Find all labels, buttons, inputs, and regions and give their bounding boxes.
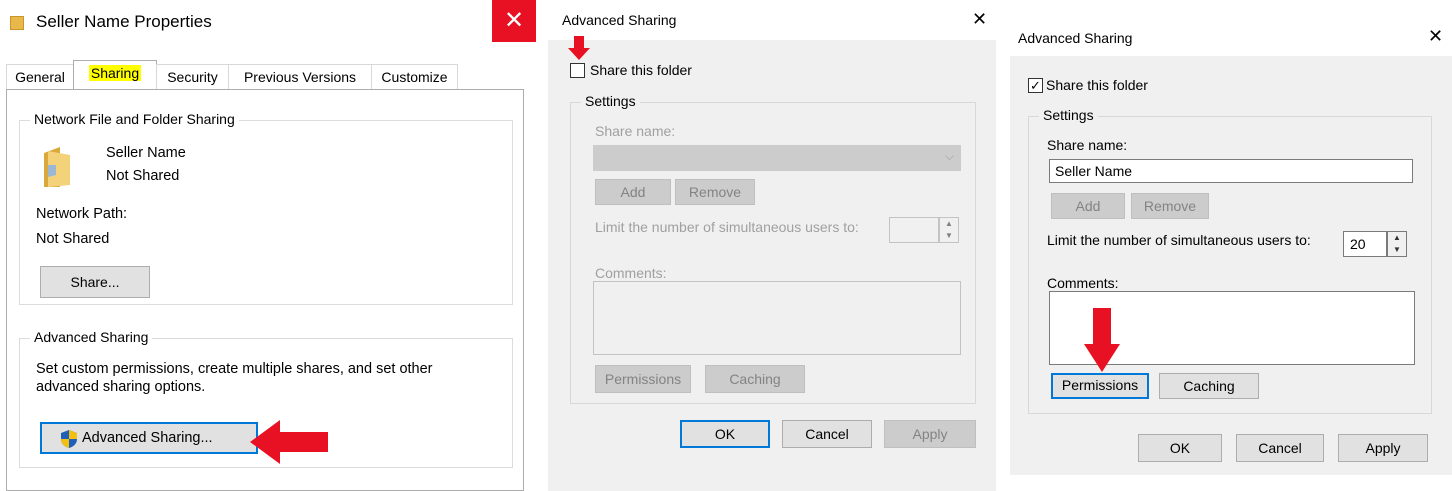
dialog-title: Seller Name Properties (36, 12, 212, 31)
share-name-combobox[interactable]: ⌵ (593, 145, 961, 171)
share-name-label: Share name: (1047, 137, 1128, 153)
advanced-sharing-dialog-unchecked: Advanced Sharing ✕ Share this folder Set… (548, 0, 996, 491)
add-button[interactable]: Add (595, 179, 671, 205)
caching-button[interactable]: Caching (705, 365, 805, 393)
tab-security[interactable]: Security (156, 64, 229, 90)
folder-status: Not Shared (106, 168, 180, 184)
ok-button[interactable]: OK (1138, 434, 1222, 462)
tab-sharing-label: Sharing (88, 65, 142, 81)
uac-shield-icon (61, 430, 77, 448)
settings-group: Settings Share name: ⌵ Add Remove Limit … (570, 93, 976, 404)
red-arrow-left-icon (250, 420, 328, 464)
limit-users-input[interactable]: 20 (1343, 231, 1387, 257)
network-group-label: Network File and Folder Sharing (30, 111, 239, 127)
advanced-sharing-button[interactable]: Advanced Sharing... (40, 422, 258, 454)
remove-button[interactable]: Remove (675, 179, 755, 205)
ok-button[interactable]: OK (680, 420, 770, 448)
close-button[interactable]: ✕ (1428, 26, 1443, 47)
apply-button[interactable]: Apply (1338, 434, 1428, 462)
limit-users-spinner[interactable]: ▲ ▼ (1387, 231, 1407, 257)
close-button[interactable]: ✕ (492, 0, 536, 42)
comments-label: Comments: (595, 265, 667, 281)
advanced-description-line1: Set custom permissions, create multiple … (36, 361, 433, 377)
properties-dialog: Seller Name Properties ✕ General Sharing… (0, 0, 536, 491)
remove-button[interactable]: Remove (1131, 193, 1209, 219)
add-button[interactable]: Add (1051, 193, 1125, 219)
advanced-sharing-dialog-checked: Advanced Sharing ✕ ✓ Share this folder S… (1010, 0, 1452, 491)
red-arrow-down-icon (568, 36, 590, 60)
tab-general[interactable]: General (6, 64, 74, 90)
network-sharing-group: Network File and Folder Sharing Seller N… (19, 111, 513, 305)
tab-bar: General Sharing Security Previous Versio… (0, 60, 536, 91)
limit-users-spinner[interactable]: ▲ ▼ (939, 217, 959, 243)
network-path-value: Not Shared (36, 231, 110, 247)
tab-sharing[interactable]: Sharing (73, 60, 157, 91)
shared-folder-icon (44, 147, 70, 187)
limit-users-label: Limit the number of simultaneous users t… (1047, 232, 1311, 248)
share-name-input[interactable]: Seller Name (1049, 159, 1413, 183)
folder-name: Seller Name (106, 145, 186, 161)
tab-previous-versions[interactable]: Previous Versions (228, 64, 372, 90)
share-folder-checkbox[interactable]: ✓ (1028, 78, 1043, 93)
advanced-group-label: Advanced Sharing (30, 329, 153, 345)
permissions-button[interactable]: Permissions (1051, 373, 1149, 399)
title-bar (1010, 0, 1452, 56)
cancel-button[interactable]: Cancel (1236, 434, 1324, 462)
red-arrow-down-icon (1084, 308, 1120, 372)
advanced-description-line2: advanced sharing options. (36, 379, 206, 395)
limit-users-label: Limit the number of simultaneous users t… (595, 219, 859, 235)
share-folder-checkbox[interactable] (570, 63, 585, 78)
cancel-button[interactable]: Cancel (782, 420, 872, 448)
permissions-button[interactable]: Permissions (595, 365, 691, 393)
apply-button[interactable]: Apply (884, 420, 976, 448)
caching-button[interactable]: Caching (1159, 373, 1259, 399)
settings-label: Settings (1039, 107, 1098, 123)
network-path-label: Network Path: (36, 206, 128, 222)
share-folder-label: Share this folder (590, 62, 692, 78)
advanced-sharing-button-label: Advanced Sharing... (82, 430, 213, 446)
share-folder-label: Share this folder (1046, 77, 1148, 93)
dialog-title: Advanced Sharing (1018, 30, 1133, 46)
comments-textarea[interactable] (593, 281, 961, 355)
chevron-down-icon: ⌵ (944, 149, 954, 163)
tab-customize[interactable]: Customize (371, 64, 458, 90)
limit-users-input[interactable] (889, 217, 939, 243)
share-button[interactable]: Share... (40, 266, 150, 298)
settings-label: Settings (581, 93, 640, 109)
folder-icon (10, 16, 24, 30)
close-button[interactable]: ✕ (972, 9, 987, 30)
dialog-title: Advanced Sharing (562, 12, 677, 28)
share-name-label: Share name: (595, 123, 676, 139)
comments-label: Comments: (1047, 275, 1119, 291)
